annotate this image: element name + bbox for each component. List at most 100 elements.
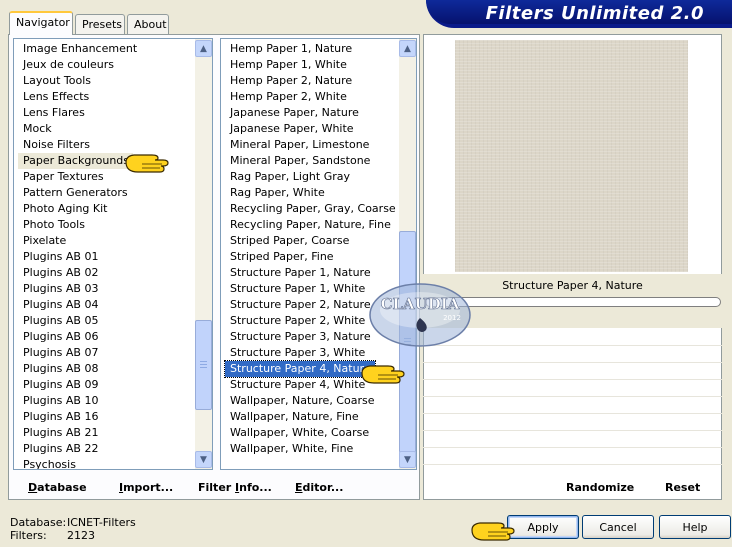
tab-about-label: About xyxy=(134,18,167,31)
categories-list-item[interactable]: Plugins AB 22 xyxy=(18,441,137,457)
import-button[interactable]: Import... xyxy=(119,481,173,494)
categories-list-item[interactable]: Plugins AB 03 xyxy=(18,281,137,297)
category-scroll-thumb[interactable] xyxy=(195,320,212,410)
categories-list-item[interactable]: Lens Effects xyxy=(18,89,137,105)
categories-list-item[interactable]: Plugins AB 06 xyxy=(18,329,137,345)
param-row-divider xyxy=(423,413,722,414)
categories-list-item[interactable]: Paper Backgrounds xyxy=(18,153,134,169)
filters-list-item[interactable]: Mineral Paper, Sandstone xyxy=(225,153,396,169)
grip-line xyxy=(200,364,207,365)
database-status-label: Database: xyxy=(10,516,67,529)
apply-button[interactable]: Apply xyxy=(507,515,579,539)
filters-list-item[interactable]: Hemp Paper 2, Nature xyxy=(225,73,396,89)
watermark-year: 2012 xyxy=(443,314,461,322)
import-label: mport... xyxy=(123,481,174,494)
filters-list-item[interactable]: Rag Paper, Light Gray xyxy=(225,169,396,185)
banner-title: Filters Unlimited 2.0 xyxy=(485,3,704,24)
filters-list-item[interactable]: Structure Paper 4, Nature xyxy=(224,360,376,378)
cancel-button[interactable]: Cancel xyxy=(582,515,654,539)
categories-list-item[interactable]: Layout Tools xyxy=(18,73,137,89)
filters-list-item[interactable]: Rag Paper, White xyxy=(225,185,396,201)
categories-list-item[interactable]: Plugins AB 09 xyxy=(18,377,137,393)
categories-list-item[interactable]: Pixelate xyxy=(18,233,137,249)
database-label: atabase xyxy=(37,481,87,494)
tab-presets[interactable]: Presets xyxy=(75,14,125,34)
filters-list-item[interactable]: Striped Paper, Coarse xyxy=(225,233,396,249)
filters-status-value: 2123 xyxy=(67,529,95,542)
categories-list-item[interactable]: Plugins AB 07 xyxy=(18,345,137,361)
categories-list-item[interactable]: Plugins AB 21 xyxy=(18,425,137,441)
categories-list-item[interactable]: Plugins AB 16 xyxy=(18,409,137,425)
reset-button[interactable]: Reset xyxy=(665,481,700,494)
database-accel: D xyxy=(28,481,38,494)
filters-list-item[interactable]: Recycling Paper, Nature, Fine xyxy=(225,217,396,233)
param-row-divider xyxy=(423,379,722,380)
categories-list-item[interactable]: Plugins AB 10 xyxy=(18,393,137,409)
chevron-up-icon: ▲ xyxy=(404,43,411,54)
categories-list-item[interactable]: Plugins AB 02 xyxy=(18,265,137,281)
filter-info-button[interactable]: Filter Info... xyxy=(198,481,272,494)
app-banner: Filters Unlimited 2.0 xyxy=(426,0,732,28)
categories-list-item[interactable]: Psychosis xyxy=(18,457,137,469)
editor-label: ditor... xyxy=(302,481,344,494)
filters-status-label: Filters: xyxy=(10,529,47,542)
category-scroll-down-button[interactable]: ▼ xyxy=(195,451,212,468)
param-row-divider xyxy=(423,396,722,397)
filter-list[interactable]: Hemp Paper 1, Nature Hemp Paper 1, White H… xyxy=(220,38,417,470)
categories-list-item[interactable]: Pattern Generators xyxy=(18,185,137,201)
tab-navigator[interactable]: Navigator xyxy=(9,11,73,35)
chevron-down-icon: ▼ xyxy=(200,454,207,465)
category-list[interactable]: Image Enhancement Jeux de couleurs Layout … xyxy=(13,38,213,470)
filters-list-item[interactable]: Wallpaper, Nature, Fine xyxy=(225,409,396,425)
filter-info-label-b: nfo... xyxy=(239,481,272,494)
filters-list-item[interactable]: Japanese Paper, White xyxy=(225,121,396,137)
editor-accel: E xyxy=(295,481,303,494)
categories-list-item[interactable]: Mock xyxy=(18,121,137,137)
categories-list-item[interactable]: Plugins AB 08 xyxy=(18,361,137,377)
chevron-up-icon: ▲ xyxy=(200,43,207,54)
grip-line xyxy=(200,367,207,368)
filters-list-item[interactable]: Striped Paper, Fine xyxy=(225,249,396,265)
category-scrollbar[interactable]: ▲ ▼ xyxy=(195,39,212,469)
param-row-divider xyxy=(423,430,722,431)
categories-list-item[interactable]: Plugins AB 04 xyxy=(18,297,137,313)
filter-scrollbar[interactable]: ▲ ▼ xyxy=(399,39,416,469)
help-button[interactable]: Help xyxy=(659,515,731,539)
categories-list-item[interactable]: Jeux de couleurs xyxy=(18,57,137,73)
database-status-value: ICNET-Filters xyxy=(67,516,136,529)
filter-scroll-up-button[interactable]: ▲ xyxy=(399,40,416,57)
hand-pointer-icon xyxy=(125,154,169,173)
categories-list-item[interactable]: Noise Filters xyxy=(18,137,137,153)
filter-info-label-a: Filter xyxy=(198,481,236,494)
editor-button[interactable]: Editor... xyxy=(295,481,343,494)
filters-list-item[interactable]: Japanese Paper, Nature xyxy=(225,105,396,121)
categories-list-item[interactable]: Photo Aging Kit xyxy=(18,201,137,217)
filters-list-item[interactable]: Hemp Paper 2, White xyxy=(225,89,396,105)
categories-list-item[interactable]: Plugins AB 01 xyxy=(18,249,137,265)
param-row-divider xyxy=(423,464,722,465)
param-row-divider xyxy=(423,447,722,448)
claudia-watermark-logo: CLAUDIA 2012 xyxy=(369,283,471,347)
categories-list-item[interactable]: Paper Textures xyxy=(18,169,137,185)
database-button[interactable]: Database xyxy=(28,481,87,494)
randomize-button[interactable]: Randomize xyxy=(566,481,634,494)
categories-list-item[interactable]: Photo Tools xyxy=(18,217,137,233)
category-scroll-up-button[interactable]: ▲ xyxy=(195,40,212,57)
chevron-down-icon: ▼ xyxy=(404,454,411,465)
filter-scroll-down-button[interactable]: ▼ xyxy=(399,451,416,468)
tab-presets-label: Presets xyxy=(82,18,123,31)
categories-list-item[interactable]: Lens Flares xyxy=(18,105,137,121)
filters-list-item[interactable]: Structure Paper 1, Nature xyxy=(225,265,396,281)
filters-list-item[interactable]: Wallpaper, White, Fine xyxy=(225,441,396,457)
hand-pointer-icon xyxy=(361,365,405,384)
filters-list-item[interactable]: Wallpaper, Nature, Coarse xyxy=(225,393,396,409)
categories-list-item[interactable]: Plugins AB 05 xyxy=(18,313,137,329)
hand-pointer-icon xyxy=(471,522,515,541)
filters-list-item[interactable]: Wallpaper, White, Coarse xyxy=(225,425,396,441)
filters-list-item[interactable]: Mineral Paper, Limestone xyxy=(225,137,396,153)
tab-about[interactable]: About xyxy=(127,14,169,34)
filters-list-item[interactable]: Recycling Paper, Gray, Coarse xyxy=(225,201,396,217)
filters-list-item[interactable]: Hemp Paper 1, Nature xyxy=(225,41,396,57)
categories-list-item[interactable]: Image Enhancement xyxy=(18,41,137,57)
filters-list-item[interactable]: Hemp Paper 1, White xyxy=(225,57,396,73)
